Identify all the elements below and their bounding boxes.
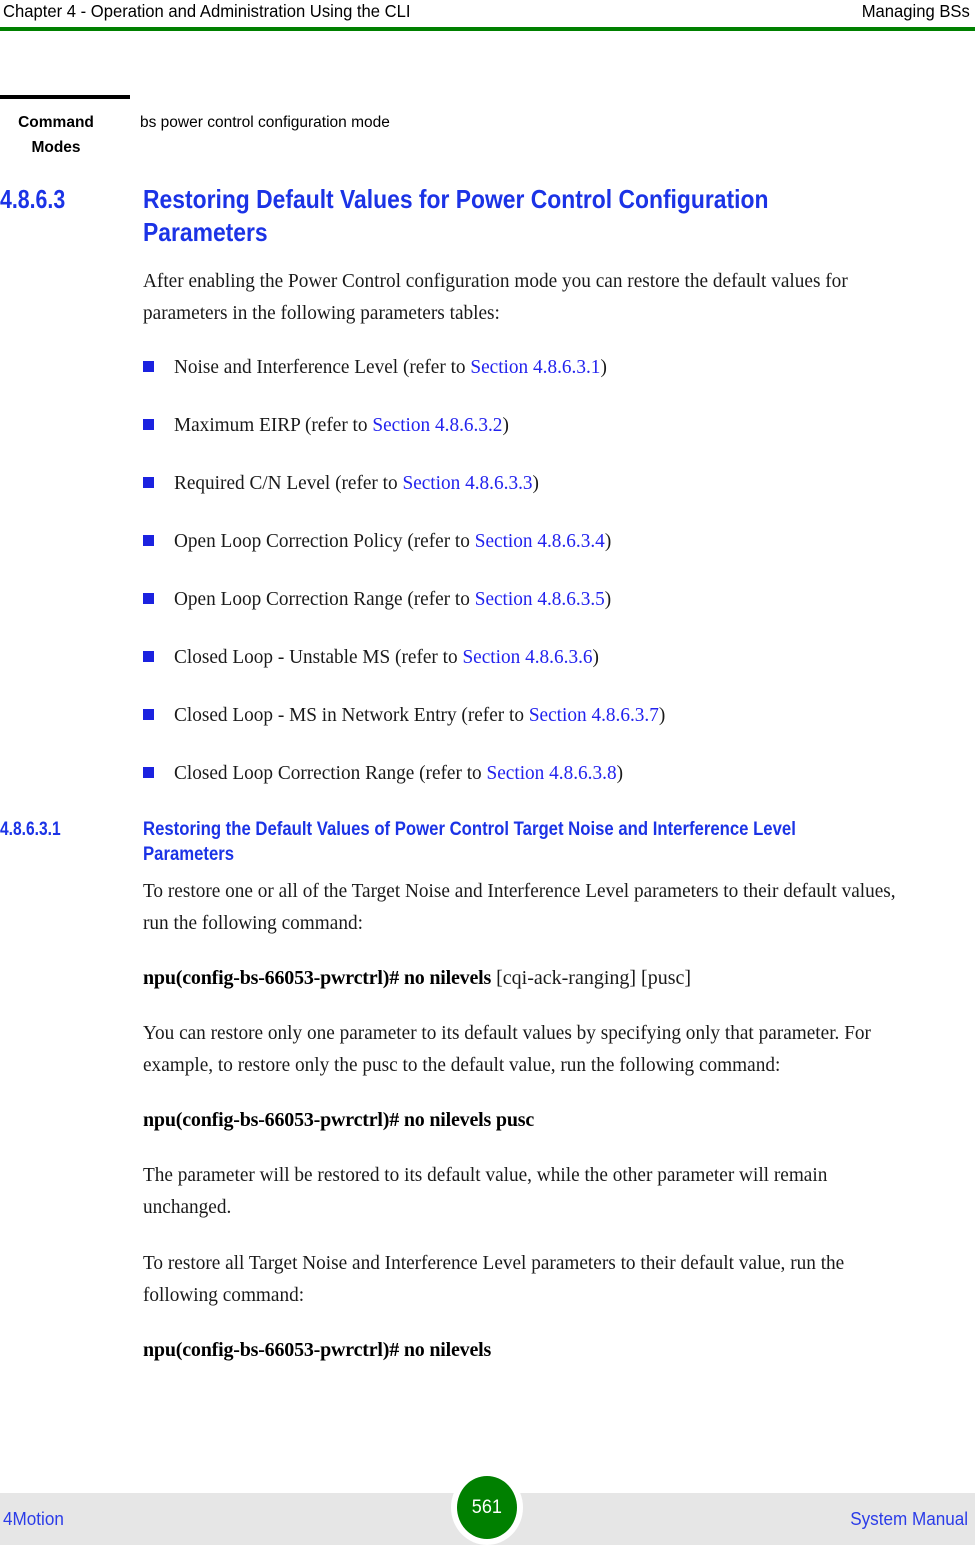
list-item: Noise and Interference Level (refer to S… (143, 353, 960, 381)
list-item-text: Open Loop Correction Policy (refer to Se… (174, 530, 612, 552)
subsection-paragraph-4: To restore all Target Noise and Interfer… (143, 1252, 845, 1306)
section-xref-link[interactable]: Section 4.8.6.3.5 (475, 588, 605, 610)
subsection-number: 4.8.6.3.1 (0, 819, 61, 840)
page-number-badge: 561 (451, 1470, 523, 1545)
list-item: Closed Loop - Unstable MS (refer to Sect… (143, 643, 960, 671)
header-chapter-title: Chapter 4 - Operation and Administration… (3, 1, 411, 21)
subsection-paragraph-1: To restore one or all of the Target Nois… (143, 880, 896, 934)
footer-document-name: System Manual (850, 1509, 968, 1529)
list-item: Maximum EIRP (refer to Section 4.8.6.3.2… (143, 411, 960, 439)
section-title: Restoring Default Values for Power Contr… (143, 184, 769, 247)
section-xref-link[interactable]: Section 4.8.6.3.1 (470, 356, 600, 378)
square-bullet-icon (143, 593, 154, 604)
section-xref-link[interactable]: Section 4.8.6.3.6 (462, 646, 592, 668)
section-xref-link[interactable]: Section 4.8.6.3.3 (402, 472, 532, 494)
cli-command-1: npu(config-bs-66053-pwrctrl)# no nilevel… (143, 963, 960, 993)
list-item-text: Closed Loop - MS in Network Entry (refer… (174, 704, 666, 726)
page-footer-row: 4Motion System Manual 561 (0, 1470, 975, 1545)
list-item: Required C/N Level (refer to Section 4.8… (143, 469, 960, 497)
list-item: Closed Loop - MS in Network Entry (refer… (143, 701, 960, 729)
list-item-text: Closed Loop Correction Range (refer to S… (174, 762, 624, 784)
subsection-paragraph-2: You can restore only one parameter to it… (143, 1022, 871, 1076)
cli-command-2: npu(config-bs-66053-pwrctrl)# no nilevel… (143, 1105, 960, 1135)
section-xref-link[interactable]: Section 4.8.6.3.8 (487, 762, 617, 784)
square-bullet-icon (143, 767, 154, 778)
list-item: Closed Loop Correction Range (refer to S… (143, 759, 960, 787)
subsection-heading: 4.8.6.3.1 Restoring the Default Values o… (0, 817, 975, 867)
command-modes-row: Command Modes bs power control configura… (0, 99, 975, 160)
section-intro-paragraph: After enabling the Power Control configu… (143, 270, 848, 324)
square-bullet-icon (143, 477, 154, 488)
list-item-text: Closed Loop - Unstable MS (refer to Sect… (174, 646, 599, 668)
list-item-text: Required C/N Level (refer to Section 4.8… (174, 472, 539, 494)
section-heading: 4.8.6.3 Restoring Default Values for Pow… (0, 183, 975, 249)
command-modes-table: Command Modes bs power control configura… (0, 95, 975, 160)
section-number: 4.8.6.3 (0, 184, 66, 214)
page-header-row: Chapter 4 - Operation and Administration… (0, 0, 975, 26)
restorable-parameters-list: Noise and Interference Level (refer to S… (0, 353, 975, 787)
section-xref-link[interactable]: Section 4.8.6.3.4 (475, 530, 605, 552)
page-header: Chapter 4 - Operation and Administration… (0, 0, 975, 31)
square-bullet-icon (143, 419, 154, 430)
cli-command-args: [cqi-ack-ranging] [pusc] (491, 967, 692, 989)
page-number-disc: 561 (457, 1476, 517, 1539)
section-xref-link[interactable]: Section 4.8.6.3.2 (372, 414, 502, 436)
square-bullet-icon (143, 361, 154, 372)
header-section-title: Managing BSs (861, 1, 970, 21)
list-item-text: Maximum EIRP (refer to Section 4.8.6.3.2… (174, 414, 509, 436)
list-item-text: Open Loop Correction Range (refer to Sec… (174, 588, 612, 610)
command-modes-label: Command Modes (18, 114, 94, 156)
page-number: 561 (471, 1497, 503, 1518)
subsection-paragraph-3: The parameter will be restored to its de… (143, 1164, 828, 1218)
list-item-text: Noise and Interference Level (refer to S… (174, 356, 607, 378)
square-bullet-icon (143, 651, 154, 662)
square-bullet-icon (143, 709, 154, 720)
footer-product-name: 4Motion (3, 1509, 64, 1529)
square-bullet-icon (143, 535, 154, 546)
page-content: 4.8.6.3 Restoring Default Values for Pow… (0, 183, 975, 1389)
cli-command-text: npu(config-bs-66053-pwrctrl)# no nilevel… (143, 1109, 535, 1131)
list-item: Open Loop Correction Policy (refer to Se… (143, 527, 960, 555)
command-modes-value: bs power control configuration mode (140, 114, 390, 131)
section-xref-link[interactable]: Section 4.8.6.3.7 (529, 704, 659, 726)
header-green-rule (0, 27, 975, 31)
subsection-title: Restoring the Default Values of Power Co… (143, 819, 796, 865)
cli-command-text: npu(config-bs-66053-pwrctrl)# no nilevel… (143, 967, 492, 989)
list-item: Open Loop Correction Range (refer to Sec… (143, 585, 960, 613)
cli-command-3: npu(config-bs-66053-pwrctrl)# no nilevel… (143, 1335, 960, 1365)
page-footer: 4Motion System Manual 561 (0, 1470, 975, 1545)
cli-command-text: npu(config-bs-66053-pwrctrl)# no nilevel… (143, 1339, 492, 1361)
